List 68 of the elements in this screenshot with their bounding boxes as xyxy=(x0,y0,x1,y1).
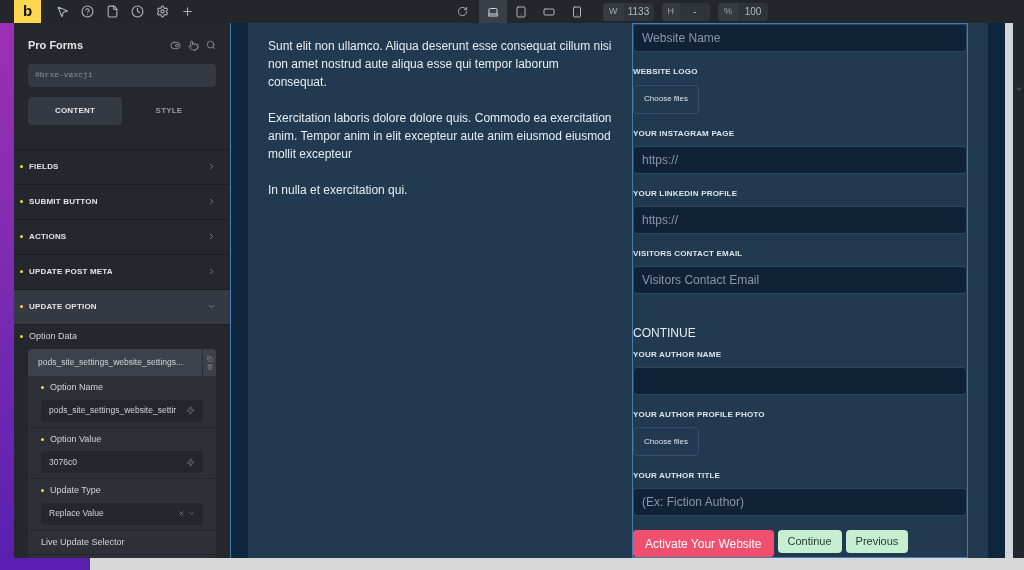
step-button[interactable]: Previous xyxy=(845,530,909,553)
chevron-right-icon xyxy=(207,197,216,206)
logo[interactable]: b xyxy=(14,0,41,23)
page-icon[interactable] xyxy=(106,5,119,18)
field-label: Update Type xyxy=(50,484,101,497)
element-id-field[interactable]: #brxe-vaxcji xyxy=(28,63,216,87)
chevron-right-icon xyxy=(207,267,216,276)
dynamic-data-icon[interactable] xyxy=(186,406,195,415)
chevron-down-icon[interactable] xyxy=(188,510,195,517)
landscape-icon xyxy=(543,5,555,18)
delete-icon[interactable] xyxy=(206,363,213,370)
text-input[interactable]: https:// xyxy=(633,205,967,234)
help-icon[interactable] xyxy=(81,5,94,18)
step-button[interactable]: Continue xyxy=(777,530,842,553)
section-heading: CONTINUE xyxy=(633,324,697,342)
panel-title: Pro Forms xyxy=(28,38,83,53)
toggle-icon[interactable] xyxy=(170,39,181,51)
section-header[interactable]: UPDATE OPTION xyxy=(14,289,230,325)
search-icon[interactable] xyxy=(206,40,216,51)
field-label: YOUR LINKEDIN PROFILE xyxy=(633,187,739,200)
text-input[interactable]: Website Name xyxy=(633,24,967,52)
tablet-icon xyxy=(515,5,527,18)
history-icon[interactable] xyxy=(131,5,144,18)
dynamic-data-icon[interactable] xyxy=(186,457,195,467)
field-label: Option Value xyxy=(50,432,102,446)
device-button[interactable] xyxy=(479,0,507,23)
pointer-icon[interactable] xyxy=(56,5,69,18)
field-label: YOUR AUTHOR PROFILE PHOTO xyxy=(633,408,766,421)
settings-icon[interactable] xyxy=(156,5,169,18)
text-input[interactable]: (Ex: Fiction Author) xyxy=(633,488,967,516)
text-field[interactable]: pods_site_settings_website_settir xyxy=(41,399,203,422)
text-input[interactable]: Visitors Contact Email xyxy=(633,265,967,294)
hand-icon[interactable] xyxy=(188,39,199,51)
refresh-icon[interactable] xyxy=(457,6,468,17)
panel-tab[interactable]: CONTENT xyxy=(28,96,122,125)
choose-files-button[interactable]: Choose files xyxy=(633,84,700,114)
chevron-right-icon xyxy=(207,162,216,171)
zoom-field[interactable]: 100 xyxy=(738,4,768,19)
phone-icon xyxy=(571,5,583,18)
zoom-label: % xyxy=(718,2,738,21)
width-field[interactable]: 1133 xyxy=(623,4,654,19)
height-label: H xyxy=(661,2,680,21)
panel-tab[interactable]: STYLE xyxy=(122,96,216,125)
scrollbar[interactable] xyxy=(1005,23,1013,558)
text-input[interactable]: https:// xyxy=(633,145,967,174)
width-label: W xyxy=(603,2,624,21)
field-label: WEBSITE LOGO xyxy=(633,66,699,78)
paragraph: In nulla et exercitation qui. xyxy=(268,182,409,199)
field-label: VISITORS CONTACT EMAIL xyxy=(633,247,744,260)
choose-files-button[interactable]: Choose files xyxy=(633,427,700,456)
text-input[interactable] xyxy=(633,366,967,395)
text-field[interactable]: 3076c0 xyxy=(41,451,203,473)
chevron-right-icon xyxy=(207,232,216,241)
field-label: Option Name xyxy=(50,381,104,394)
paragraph: Exercitation laboris dolore dolore quis. Commodo ea exercitation anim. Tempor anim in elit excepteur aute anim eiusmod eiusmod mollit excepteur xyxy=(268,110,612,163)
add-icon[interactable] xyxy=(181,5,194,18)
laptop-icon xyxy=(487,5,499,18)
chevron-down-icon xyxy=(207,302,216,311)
option-data-label: Option Data xyxy=(29,329,78,343)
clear-icon[interactable] xyxy=(178,510,185,517)
field-label: YOUR AUTHOR NAME xyxy=(633,348,723,361)
chevron-down-icon[interactable] xyxy=(1014,85,1023,93)
field-label: YOUR AUTHOR TITLE xyxy=(633,470,722,482)
field-label: Live Update Selector xyxy=(41,535,125,549)
field-label: YOUR INSTAGRAM PAGE xyxy=(633,127,736,140)
select-field[interactable]: Replace Value xyxy=(41,502,203,525)
height-field[interactable]: - xyxy=(680,4,710,19)
paragraph: Sunt elit non ullamco. Aliqua deserunt esse consequat cillum nisi non amet nostrud aute aliqua esse qui tempor laborum consequat. xyxy=(268,38,612,91)
